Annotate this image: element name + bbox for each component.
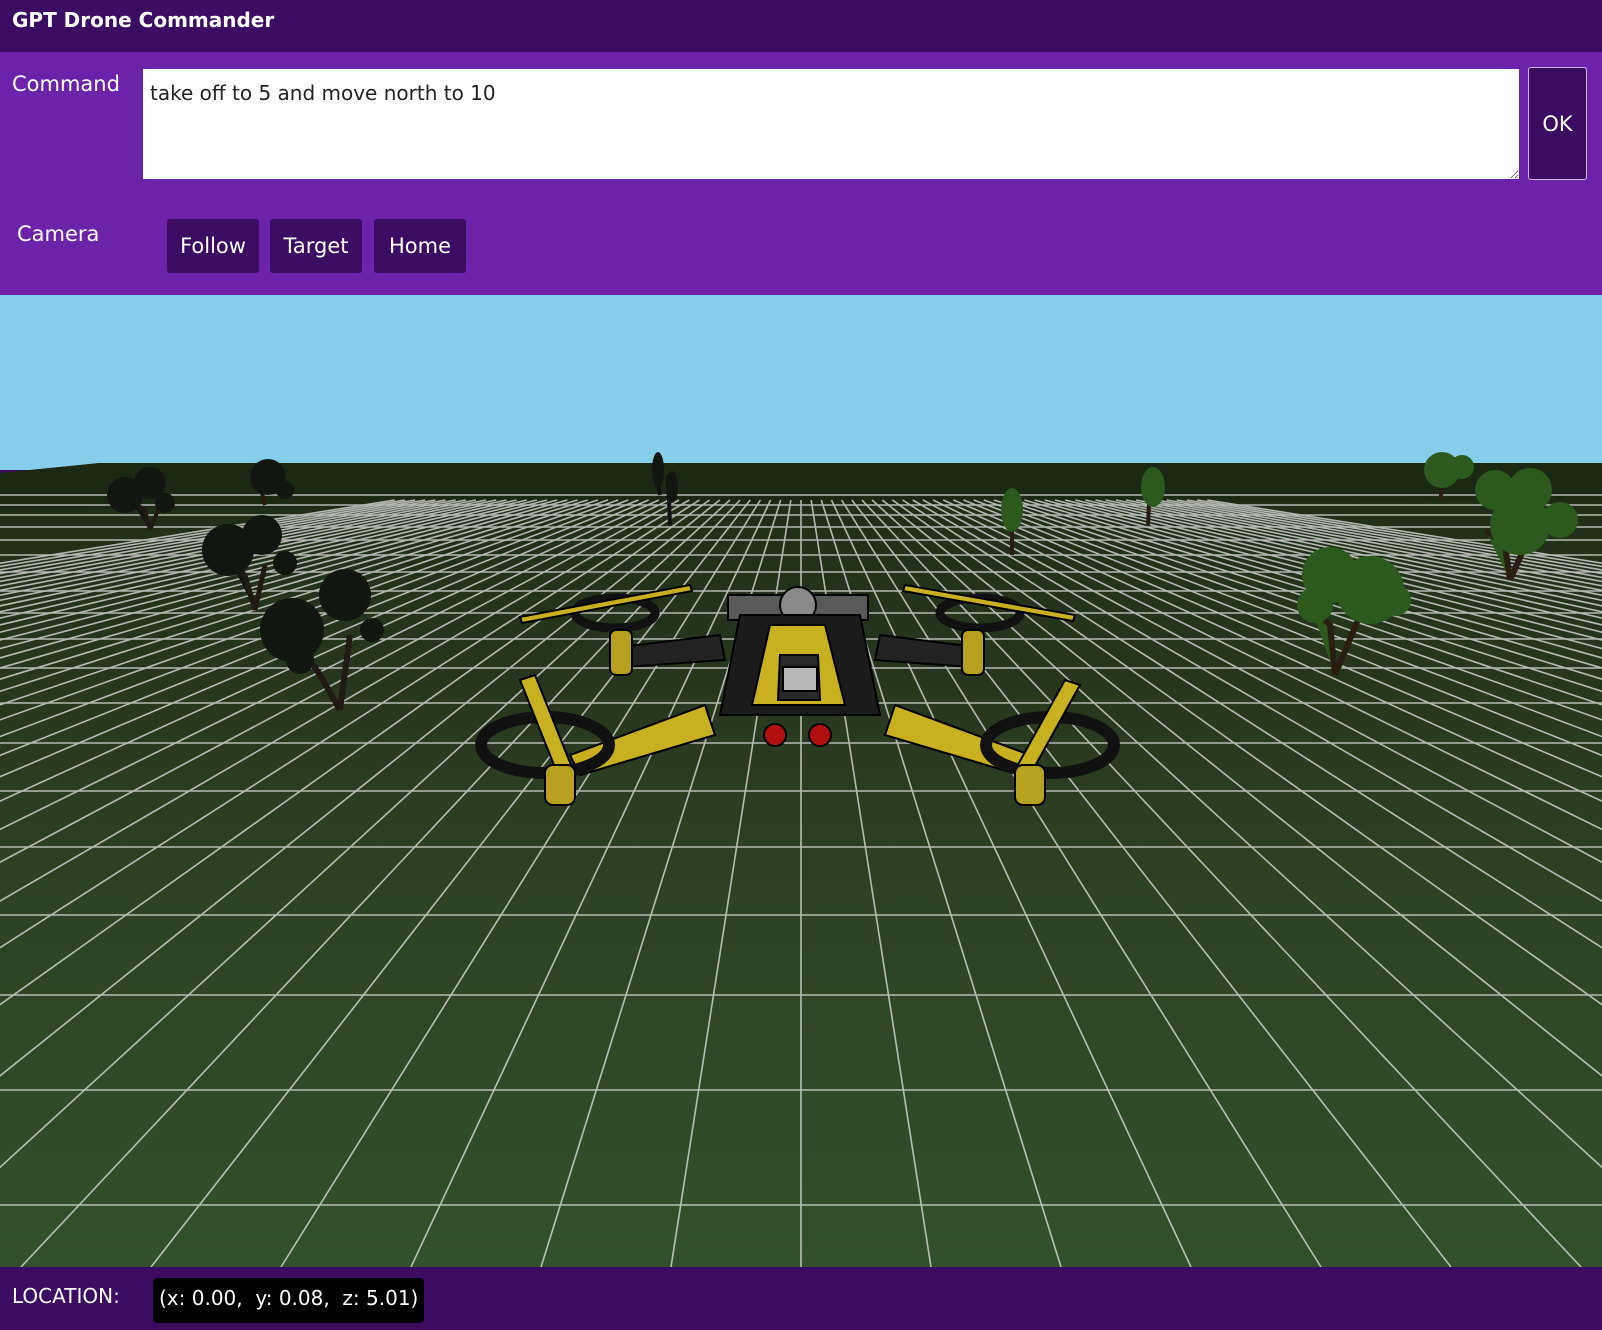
status-bar: LOCATION: (x: 0.00, y: 0.08, z: 5.01) bbox=[0, 1267, 1602, 1330]
camera-target-button[interactable]: Target bbox=[270, 219, 362, 273]
command-label: Command bbox=[12, 72, 120, 96]
location-label: LOCATION: bbox=[12, 1284, 120, 1308]
camera-follow-button[interactable]: Follow bbox=[167, 219, 259, 273]
sky bbox=[0, 295, 1602, 470]
location-readout: (x: 0.00, y: 0.08, z: 5.01) bbox=[153, 1278, 425, 1323]
camera-label: Camera bbox=[17, 222, 100, 246]
control-panel: Command OK Camera Follow Target Home bbox=[0, 52, 1602, 295]
camera-home-button[interactable]: Home bbox=[374, 219, 466, 273]
scene-canvas bbox=[0, 295, 1602, 1267]
app-title: GPT Drone Commander bbox=[0, 0, 1602, 52]
3d-viewport[interactable] bbox=[0, 295, 1602, 1267]
ok-button[interactable]: OK bbox=[1528, 67, 1587, 180]
command-input[interactable] bbox=[143, 69, 1519, 179]
